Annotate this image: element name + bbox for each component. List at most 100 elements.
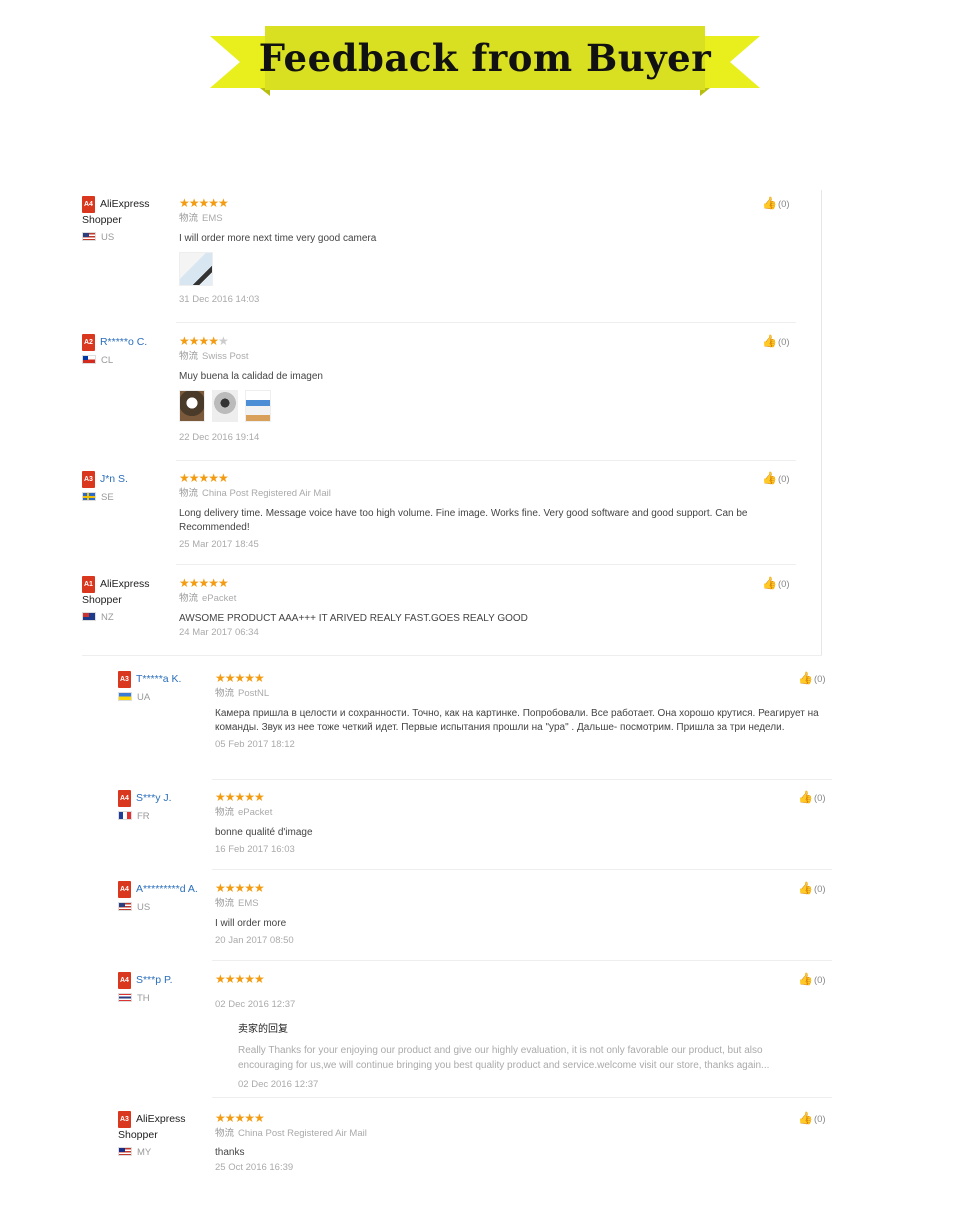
thumbs-up-icon: 👍 xyxy=(762,334,777,348)
buyer-name[interactable]: R*****o C. xyxy=(100,336,147,348)
buyer-level-badge: A1 xyxy=(82,576,95,593)
star-rating: ★★★★★ xyxy=(179,196,229,210)
helpful-button[interactable]: 👍(0) xyxy=(798,972,826,986)
review-separator xyxy=(82,655,822,656)
logistics-method: Swiss Post xyxy=(202,351,249,362)
logistics-label: 物流 xyxy=(215,688,235,699)
helpful-count: (0) xyxy=(813,793,826,804)
buyer-name[interactable]: S***p P. xyxy=(136,974,173,986)
thumbs-up-icon: 👍 xyxy=(762,576,777,590)
review-photo-thumbnail[interactable] xyxy=(212,390,238,422)
flag-icon xyxy=(82,612,96,621)
review-item: A3 AliExpress Shopper MY ★★★★★ 物流 China Po… xyxy=(118,1111,834,1201)
helpful-count: (0) xyxy=(813,674,826,685)
review-separator xyxy=(212,1097,832,1098)
logistics-label: 物流 xyxy=(215,807,235,818)
list-divider-vertical xyxy=(821,190,822,655)
review-text: I will order more next time very good ca… xyxy=(179,233,377,244)
flag-icon xyxy=(118,692,132,701)
buyer-name[interactable]: T*****a K. xyxy=(136,673,182,685)
thumbs-up-icon: 👍 xyxy=(798,881,813,895)
banner-title: Feedback from Buyer xyxy=(258,36,712,80)
star-rating: ★★★★★ xyxy=(215,1111,265,1125)
review-text: bonne qualité d'image xyxy=(215,827,313,838)
review-separator xyxy=(212,960,832,961)
buyer-country: SE xyxy=(101,492,114,503)
buyer-level-badge: A4 xyxy=(118,881,131,898)
review-photo-thumbnail[interactable] xyxy=(179,252,213,286)
logistics-method: China Post Registered Air Mail xyxy=(202,488,331,499)
review-separator xyxy=(176,322,796,323)
buyer-level-badge: A4 xyxy=(82,196,95,213)
helpful-count: (0) xyxy=(813,884,826,895)
star-rating: ★★★★★ xyxy=(215,972,265,986)
helpful-button[interactable]: 👍(0) xyxy=(798,790,826,804)
buyer-country: NZ xyxy=(101,612,114,623)
thumbs-up-icon: 👍 xyxy=(798,1111,813,1125)
review-text: Muy buena la calidad de imagen xyxy=(179,371,323,382)
buyer-level-badge: A4 xyxy=(118,972,131,989)
review-separator xyxy=(212,779,832,780)
flag-icon xyxy=(82,355,96,364)
star-rating: ★★★★★ xyxy=(179,334,229,348)
review-date: 05 Feb 2017 18:12 xyxy=(215,739,295,750)
logistics-method: ePacket xyxy=(238,807,273,818)
review-item: A2 R*****o C. CL ★★★★★ 物流 Swiss Post Muy b… xyxy=(82,334,798,454)
helpful-button[interactable]: 👍(0) xyxy=(798,671,826,685)
helpful-count: (0) xyxy=(813,1114,826,1125)
flag-icon xyxy=(118,1147,132,1156)
buyer-level-badge: A2 xyxy=(82,334,95,351)
feedback-banner: Feedback from Buyer xyxy=(210,26,760,98)
star-rating: ★★★★★ xyxy=(215,881,265,895)
helpful-count: (0) xyxy=(777,474,790,485)
buyer-name[interactable]: S***y J. xyxy=(136,792,172,804)
helpful-button[interactable]: 👍(0) xyxy=(762,334,790,348)
review-text: AWSOME PRODUCT AAA+++ IT ARIVED REALY FA… xyxy=(179,613,528,624)
review-date: 25 Mar 2017 18:45 xyxy=(179,539,259,550)
star-rating: ★★★★★ xyxy=(215,671,265,685)
helpful-button[interactable]: 👍(0) xyxy=(798,1111,826,1125)
review-text: Камера пришла в целости и сохранности. Т… xyxy=(215,708,819,733)
review-separator xyxy=(176,564,796,565)
helpful-button[interactable]: 👍(0) xyxy=(762,576,790,590)
thumbs-up-icon: 👍 xyxy=(762,471,777,485)
review-text: thanks xyxy=(215,1147,245,1158)
star-rating: ★★★★★ xyxy=(179,471,229,485)
flag-icon xyxy=(82,492,96,501)
review-date: 20 Jan 2017 08:50 xyxy=(215,935,294,946)
buyer-level-badge: A3 xyxy=(82,471,95,488)
helpful-button[interactable]: 👍(0) xyxy=(798,881,826,895)
review-separator xyxy=(212,869,832,870)
buyer-country: CL xyxy=(101,355,114,366)
review-date: 24 Mar 2017 06:34 xyxy=(179,627,259,638)
review-date: 22 Dec 2016 19:14 xyxy=(179,432,260,443)
review-photo-thumbnail[interactable] xyxy=(179,390,205,422)
flag-icon xyxy=(118,902,132,911)
buyer-name[interactable]: J*n S. xyxy=(100,473,128,485)
seller-reply-date: 02 Dec 2016 12:37 xyxy=(238,1079,319,1090)
logistics-label: 物流 xyxy=(179,593,199,604)
logistics-method: EMS xyxy=(202,213,223,224)
buyer-name[interactable]: A*********d A. xyxy=(136,883,198,895)
review-date: 16 Feb 2017 16:03 xyxy=(215,844,295,855)
star-rating: ★★★★★ xyxy=(179,576,229,590)
buyer-level-badge: A3 xyxy=(118,671,131,688)
logistics-method: PostNL xyxy=(238,688,270,699)
review-separator xyxy=(176,460,796,461)
buyer-country: US xyxy=(137,902,151,913)
flag-icon xyxy=(118,993,132,1002)
review-item: A3 T*****a K. UA ★★★★★ 物流 PostNL Камера пр… xyxy=(118,671,834,771)
review-item: A4 S***p P. TH ★★★★★ 02 Dec 2016 12:37 卖家… xyxy=(118,972,834,1092)
review-date: 02 Dec 2016 12:37 xyxy=(215,999,296,1010)
helpful-button[interactable]: 👍(0) xyxy=(762,471,790,485)
buyer-country: US xyxy=(101,232,115,243)
buyer-country: MY xyxy=(137,1147,152,1158)
review-item: A3 J*n S. SE ★★★★★ 物流 China Post Registere… xyxy=(82,471,798,559)
review-item: A4 A*********d A. US ★★★★★ 物流 EMS I will o… xyxy=(118,881,834,956)
helpful-count: (0) xyxy=(777,579,790,590)
helpful-button[interactable]: 👍(0) xyxy=(762,196,790,210)
review-photo-thumbnail[interactable] xyxy=(245,390,271,422)
flag-icon xyxy=(82,232,96,241)
flag-icon xyxy=(118,811,132,820)
logistics-method: EMS xyxy=(238,898,259,909)
